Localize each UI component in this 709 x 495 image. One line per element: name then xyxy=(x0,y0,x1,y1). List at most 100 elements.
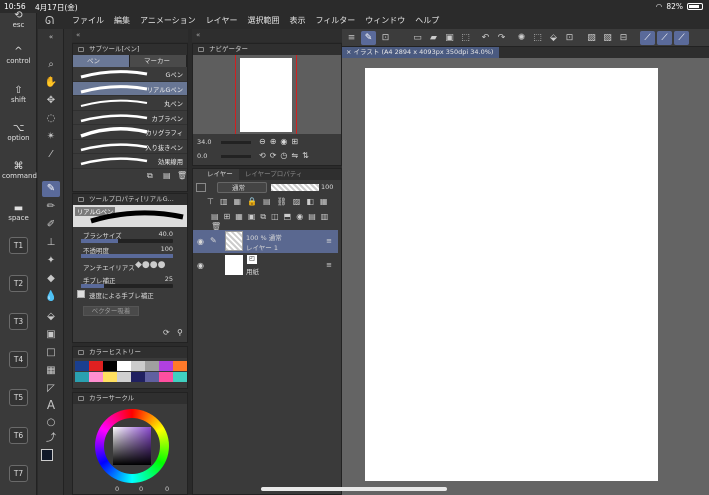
brush-size-slider[interactable] xyxy=(81,239,173,243)
clip-studio-icon[interactable]: ⊡ xyxy=(378,31,393,45)
clear-icon[interactable]: ▨ xyxy=(584,31,599,45)
new-subtool-icon[interactable]: ▤ xyxy=(163,171,171,180)
layer-settings-icon[interactable] xyxy=(196,183,206,192)
color-swatch[interactable] xyxy=(131,361,145,371)
new-file-icon[interactable]: ✎ xyxy=(361,31,376,45)
brush-item[interactable]: 丸ペン xyxy=(73,96,187,111)
frame-tool-icon[interactable]: ▦ xyxy=(42,363,60,379)
color-swatch[interactable] xyxy=(131,372,145,382)
color-swatch[interactable] xyxy=(89,361,103,371)
tab-layer-property[interactable]: レイヤープロパティ xyxy=(239,169,309,180)
color-swatch[interactable] xyxy=(117,361,131,371)
zoom-controls-icon[interactable]: ⊖⊕◉⊞ xyxy=(259,137,302,146)
menu-layer[interactable]: レイヤー xyxy=(206,15,238,26)
menu-animation[interactable]: アニメーション xyxy=(140,15,196,26)
option-key[interactable]: ⌥ option xyxy=(2,123,35,142)
color-swatch[interactable] xyxy=(145,372,159,382)
color-swatch[interactable] xyxy=(159,361,173,371)
speed-row[interactable]: 速度による手ブレ補正 xyxy=(73,289,187,304)
brush-item[interactable]: 効果線用 xyxy=(73,154,187,169)
menu-edit[interactable]: 編集 xyxy=(114,15,130,26)
layer-toolbar-icons[interactable]: ⊤▥▦🔒▤⛓▨◧▦ xyxy=(207,197,333,206)
brush-item[interactable]: カリグラフィ xyxy=(73,125,187,140)
fill-bucket-icon[interactable]: ⬙ xyxy=(546,31,561,45)
panel-menu-icon[interactable] xyxy=(78,350,84,355)
t1-key[interactable]: T1 xyxy=(9,237,28,254)
menu-icon[interactable]: ≡ xyxy=(344,31,359,45)
menu-window[interactable]: ウィンドウ xyxy=(365,15,405,26)
balloon-tool-icon[interactable]: ○ xyxy=(42,415,60,431)
panel-menu-icon[interactable] xyxy=(78,197,84,202)
color-swatch[interactable] xyxy=(173,361,187,371)
snap-special-ruler-icon[interactable]: ⟋ xyxy=(657,31,672,45)
t3-key[interactable]: T3 xyxy=(9,313,28,330)
layer-opacity-slider[interactable] xyxy=(271,184,319,191)
clear-outside-icon[interactable]: ▧ xyxy=(600,31,615,45)
control-key[interactable]: ^ control xyxy=(2,46,35,65)
trash-icon[interactable]: 🗑 xyxy=(177,171,187,180)
layer-row-selected[interactable]: ◉ ✎ 100 % 通常 レイヤー 1 ≡ xyxy=(193,230,338,253)
menu-help[interactable]: ヘルプ xyxy=(415,15,439,26)
zoom-row[interactable]: 34.0 ⊖⊕◉⊞ xyxy=(195,137,341,149)
rotate-controls-icon[interactable]: ⟲⟳◷⇋⇅ xyxy=(259,151,313,160)
t6-key[interactable]: T6 xyxy=(9,427,28,444)
brush-item[interactable]: 入り抜きペン xyxy=(73,140,187,154)
pencil-tool-icon[interactable]: ✏ xyxy=(42,199,60,215)
color-swatch[interactable] xyxy=(117,372,131,382)
antialias-row[interactable]: アンチエイリアス ◆●●● xyxy=(73,259,187,274)
copy-subtool-icon[interactable]: ⧉ xyxy=(147,171,153,181)
zoom-slider[interactable] xyxy=(221,141,251,144)
dock-collapse-icon[interactable]: « xyxy=(196,31,200,39)
saturation-box[interactable] xyxy=(113,427,151,465)
close-tab-icon[interactable]: × xyxy=(346,48,354,56)
undo-icon[interactable]: ↶ xyxy=(478,31,493,45)
lasso-tool-icon[interactable]: ◌ xyxy=(42,111,60,127)
layer-action-icons[interactable]: ▤⊞▦▣⧉◫⬒◉▤▥🗑 xyxy=(211,212,341,231)
new-document-icon[interactable]: ▭ xyxy=(410,31,425,45)
color-swatch[interactable] xyxy=(89,372,103,382)
eye-icon[interactable]: ◉ xyxy=(197,261,204,270)
select-all-icon[interactable]: ⬚ xyxy=(530,31,545,45)
esc-key[interactable]: ⟲ esc xyxy=(2,10,35,29)
t7-key[interactable]: T7 xyxy=(9,465,28,482)
opacity-row[interactable]: 不透明度 100 xyxy=(73,244,187,259)
brush-item[interactable]: Gペン xyxy=(73,67,187,82)
tab-marker[interactable]: マーカー xyxy=(130,55,187,67)
pen-tool-icon[interactable]: ✎ xyxy=(42,181,60,197)
brush-size-row[interactable]: ブラシサイズ 40.0 xyxy=(73,229,187,244)
document-tab[interactable]: × イラスト (A4 2894 x 4093px 350dpi 34.0%) xyxy=(342,47,500,58)
panel-menu-icon[interactable] xyxy=(198,47,204,52)
space-key[interactable]: ▬ space xyxy=(2,203,35,222)
blend-mode-select[interactable]: 通常 xyxy=(217,182,267,193)
magic-wand-icon[interactable]: ✴ xyxy=(42,129,60,145)
blend-tool-icon[interactable]: 💧 xyxy=(42,289,60,305)
navigator-preview[interactable] xyxy=(193,55,341,134)
loading-icon[interactable]: ✺ xyxy=(514,31,529,45)
color-swatch[interactable] xyxy=(75,372,89,382)
command-key[interactable]: ⌘ command xyxy=(2,161,37,180)
eyedropper-icon[interactable]: ⁄ xyxy=(42,147,60,163)
save-icon[interactable]: ▣ xyxy=(442,31,457,45)
antialias-options-icon[interactable]: ◆●●● xyxy=(135,260,165,270)
layer-row[interactable]: ◉ ◰ 用紙 ≡ xyxy=(193,254,338,277)
color-swatch[interactable] xyxy=(145,361,159,371)
gradient-tool-icon[interactable]: ▣ xyxy=(42,327,60,343)
fill-tool-icon[interactable]: ⬙ xyxy=(42,309,60,325)
main-color-swatch[interactable] xyxy=(41,449,53,461)
t4-key[interactable]: T4 xyxy=(9,351,28,368)
zoom-tool-icon[interactable]: ⌕ xyxy=(42,57,60,73)
app-logo-icon[interactable]: ᘏ xyxy=(45,14,54,28)
move-tool-icon[interactable]: ✥ xyxy=(42,93,60,109)
tab-pen[interactable]: ペン xyxy=(73,55,130,67)
hue-ring[interactable] xyxy=(95,409,169,483)
crop-icon[interactable]: ⊟ xyxy=(616,31,631,45)
color-swatch[interactable] xyxy=(103,372,117,382)
t2-key[interactable]: T2 xyxy=(9,275,28,292)
drag-handle-icon[interactable]: ≡ xyxy=(326,261,332,269)
airbrush-tool-icon[interactable]: ⊥ xyxy=(42,235,60,251)
color-swatch[interactable] xyxy=(103,361,117,371)
eye-icon[interactable]: ◉ xyxy=(197,237,204,246)
export-icon[interactable]: ⬚ xyxy=(458,31,473,45)
rotate-row[interactable]: 0.0 ⟲⟳◷⇋⇅ xyxy=(195,151,341,163)
menu-filter[interactable]: フィルター xyxy=(315,15,355,26)
